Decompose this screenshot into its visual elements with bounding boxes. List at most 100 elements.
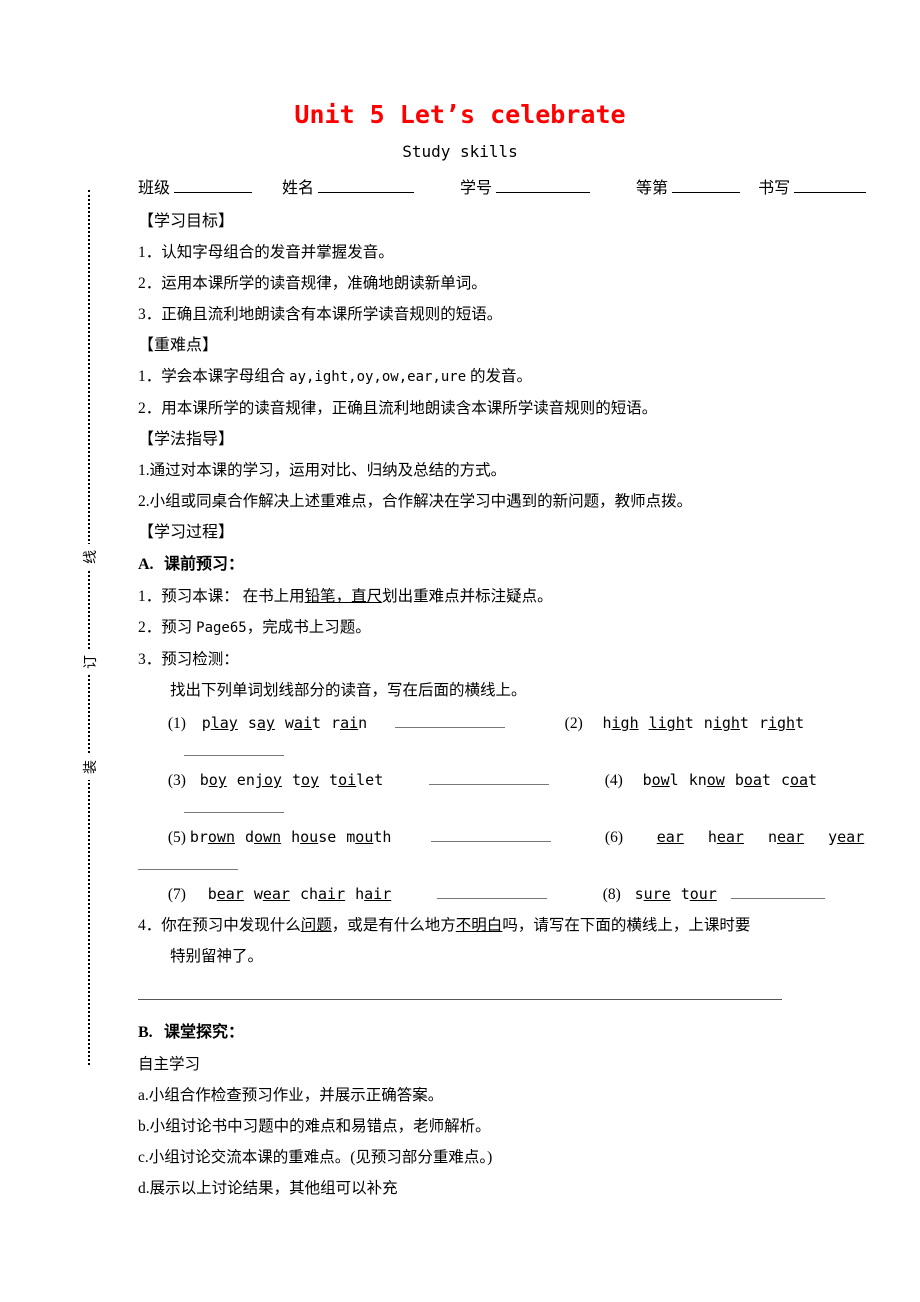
word: enjoy — [236, 771, 282, 789]
exercise-answer-blank-5[interactable] — [431, 827, 552, 842]
section-b-item-d: d.展示以上讨论结果，其他组可以补充 — [138, 1180, 398, 1197]
class-field[interactable] — [174, 177, 253, 193]
handwriting-field[interactable] — [794, 177, 867, 193]
section-a-title: 课前预习： — [164, 556, 245, 573]
free-response-line[interactable] — [138, 998, 782, 1000]
word: brown — [189, 828, 235, 846]
prep-step-4-post: 吗，请写在下面的横线上，上课时要 — [502, 917, 751, 934]
objective-item-3: 3．正确且流利地朗读含有本课所学读音规则的短语。 — [138, 306, 503, 323]
section-b-item-c: c.小组讨论交流本课的重难点。(见预习部分重难点。) — [138, 1149, 493, 1166]
word: toy — [291, 771, 320, 789]
word: high — [602, 714, 639, 732]
exercise-index-6: (6) — [604, 829, 623, 846]
key-point-item-2: 2．用本课所学的读音规律，正确且流利地朗读含本课所学读音规则的短语。 — [138, 400, 658, 417]
exercise-words-6: ear hear near year — [657, 828, 864, 846]
exercise-answer-blank-2[interactable] — [184, 741, 284, 756]
page-subtitle: Study skills — [402, 142, 518, 161]
key-point-1-post: 的发音。 — [466, 368, 533, 385]
objectives-heading: 【学习目标】 — [138, 213, 235, 230]
section-a-heading: A. 课前预习： — [138, 548, 782, 581]
word: wait — [284, 714, 322, 732]
word: year — [828, 828, 865, 846]
word: toilet — [329, 771, 384, 789]
exercise-row: (5) brown down house mouth (6) ear hear near y… — [138, 822, 864, 853]
word-exercise-block: (1) play say wait rain (2) high light night ri… — [138, 708, 864, 910]
exercise-answer-row — [138, 853, 782, 879]
exercise-index-7: (7) — [167, 886, 186, 903]
exercise-words-7: bear wear chair hair — [208, 885, 402, 903]
word: bowl — [642, 771, 679, 789]
prep-step-3: 3．预习检测： — [138, 651, 239, 668]
exercise-index-2: (2) — [564, 715, 583, 732]
exercise-answer-blank-8[interactable] — [730, 884, 825, 899]
binding-mark-xian: 线 — [80, 544, 104, 570]
prep-step-2-pre: 2．预习 — [138, 619, 197, 636]
key-point-1-pre: 1．学会本课字母组合 — [138, 368, 290, 385]
exercise-words-1: play say wait rain — [202, 714, 377, 732]
prep-step-1-post: 划出重难点并标注疑点。 — [382, 588, 553, 605]
exercise-answer-blank-1[interactable] — [394, 713, 505, 728]
student-info-line: 班级 姓名 学号 等第 书写 — [138, 176, 867, 202]
exercise-answer-blank-4[interactable] — [184, 798, 284, 813]
objective-item-1: 1．认知字母组合的发音并掌握发音。 — [138, 244, 394, 261]
exercise-answer-row — [138, 796, 782, 822]
exercise-words-8: sure tour — [635, 885, 727, 903]
page-title: Unit 5 Let’s celebrate — [294, 100, 626, 129]
word: near — [767, 828, 805, 846]
exercise-row: (1) play say wait rain (2) high light night ri… — [138, 708, 804, 739]
word: coat — [780, 771, 818, 789]
student-id-field[interactable] — [496, 177, 591, 193]
binding-mark-ding: 订 — [80, 649, 104, 675]
document-content: Unit 5 Let’s celebrate Study skills 班级 姓名… — [138, 100, 867, 1204]
word: boy — [199, 771, 227, 789]
letter-combinations: ay,ight,oy,ow,ear,ure — [289, 369, 467, 385]
exercise-index-3: (3) — [167, 772, 186, 789]
prep-step-4-mid: ，或是有什么地方 — [331, 917, 456, 934]
student-id-label: 学号 — [460, 180, 493, 197]
exercise-row: (3) boy enjoy toy toilet (4) bowl know boat co… — [138, 765, 817, 796]
word: say — [247, 714, 275, 732]
key-points-heading: 【重难点】 — [138, 337, 219, 354]
page-reference: Page65 — [196, 620, 247, 636]
name-field[interactable] — [318, 177, 415, 193]
exercise-answer-blank-3[interactable] — [428, 770, 549, 785]
binding-mark-zhuang: 装 — [80, 754, 104, 780]
section-b-item-a: a.小组合作检查预习作业，并展示正确答案。 — [138, 1087, 444, 1104]
exercise-answer-blank-7[interactable] — [436, 884, 547, 899]
exercise-answer-row — [138, 739, 782, 765]
key-point-item-1: 1．学会本课字母组合 ay,ight,oy,ow,ear,ure 的发音。 — [138, 361, 782, 393]
method-guide-item-2: 2.小组或同桌合作解决上述重难点，合作解决在学习中遇到的新问题，教师点拨。 — [138, 493, 693, 510]
prep-step-4-pre: 4．你在预习中发现什么 — [138, 917, 301, 934]
word: boat — [734, 771, 771, 789]
word: ear — [656, 828, 684, 846]
prep-step-3-instruction: 找出下列单词划线部分的读音，写在后面的横线上。 — [170, 682, 527, 699]
handwriting-label: 书写 — [758, 180, 791, 197]
exercise-index-8: (8) — [602, 886, 621, 903]
prep-step-1: 1．预习本课： 在书上用铅笔，直尺划出重难点并标注疑点。 — [138, 581, 782, 612]
section-b-title: 课堂探究： — [164, 1024, 245, 1041]
word: hair — [355, 885, 392, 903]
exercise-words-4: bowl know boat coat — [643, 771, 818, 789]
section-a-label: A. — [138, 556, 154, 573]
word: play — [201, 714, 238, 732]
word: chair — [299, 885, 346, 903]
binding-dotted-line: 线 订 装 — [80, 190, 104, 1065]
exercise-row: (7) bear wear chair hair (8) sure tour — [138, 879, 825, 910]
process-heading: 【学习过程】 — [138, 524, 235, 541]
word: mouth — [346, 828, 392, 846]
worksheet-page: 线 订 装 Unit 5 Let’s celebrate Study skill… — [0, 0, 920, 1302]
word: sure — [634, 885, 671, 903]
prep-step-4-underlined-2: 不明白 — [455, 917, 503, 934]
word: bear — [207, 885, 244, 903]
word: down — [244, 828, 282, 846]
section-b-heading: B. 课堂探究： — [138, 1016, 782, 1049]
section-b-item-b: b.小组讨论书中习题中的难点和易错点，老师解析。 — [138, 1118, 491, 1135]
grade-field[interactable] — [672, 177, 741, 193]
method-guide-item-1: 1.通过对本课的学习，运用对比、归纳及总结的方式。 — [138, 462, 507, 479]
prep-step-2-post: ，完成书上习题。 — [246, 619, 371, 636]
objective-item-2: 2．运用本课所学的读音规律，准确地朗读新单词。 — [138, 275, 487, 292]
word: house — [291, 828, 337, 846]
exercise-index-5: (5) — [167, 829, 186, 846]
section-b-label: B. — [138, 1024, 153, 1041]
exercise-answer-blank-6[interactable] — [138, 855, 238, 870]
